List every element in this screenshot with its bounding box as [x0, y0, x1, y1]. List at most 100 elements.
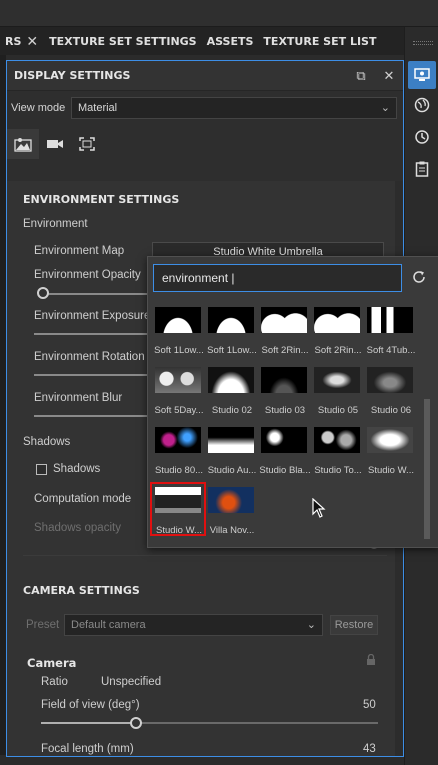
thumbnail-caption: Studio Au...	[207, 465, 257, 476]
environment-thumbnail[interactable]: Villa Nov...	[206, 487, 256, 543]
grip-handle[interactable]	[413, 41, 433, 45]
section-divider	[23, 555, 387, 556]
preset-select[interactable]: Default camera ⌄	[64, 614, 323, 636]
thumbnail-image	[314, 367, 360, 393]
history-icon[interactable]	[408, 123, 436, 151]
thumbnail-image	[208, 427, 254, 453]
environment-thumbnail[interactable]: Studio Au...	[206, 427, 256, 483]
tab-assets[interactable]: ASSETS	[202, 35, 259, 48]
tab-texture-set-list[interactable]: TEXTURE SET LIST	[258, 35, 381, 48]
restore-button[interactable]: Restore	[330, 615, 378, 635]
environment-opacity-label: Environment Opacity	[34, 269, 141, 281]
environment-thumbnail[interactable]: Soft 1Low...	[153, 307, 204, 363]
ratio-value: Unspecified	[101, 676, 162, 688]
popup-scrollbar[interactable]	[424, 399, 430, 539]
thumbnail-image	[367, 307, 413, 333]
tab-bar: RS ✕ TEXTURE SET SETTINGS ASSETS TEXTURE…	[0, 27, 404, 55]
mouse-cursor-icon	[312, 498, 326, 518]
environment-thumbnail[interactable]: Studio 05	[312, 367, 362, 423]
tab-partial[interactable]: RS	[0, 35, 26, 48]
preset-value: Default camera	[71, 619, 146, 631]
thumbnail-image	[261, 427, 307, 453]
opacity-slider-knob[interactable]	[37, 287, 49, 299]
lock-icon	[366, 653, 376, 668]
fov-slider-knob[interactable]	[130, 717, 142, 729]
environment-thumbnail[interactable]: Studio 02	[206, 367, 256, 423]
thumbnail-caption: Soft 1Low...	[207, 345, 257, 356]
globe-icon[interactable]	[408, 91, 436, 119]
environment-thumbnail[interactable]: Soft 4Tub...	[365, 307, 415, 363]
computation-mode-label: Computation mode	[34, 493, 132, 505]
environment-thumbnail[interactable]: Studio 03	[259, 367, 309, 423]
display-settings-icon[interactable]	[408, 61, 436, 89]
thumbnail-image	[155, 427, 201, 453]
thumbnail-caption: Studio 03	[264, 405, 306, 416]
dock-icon[interactable]: ⧉	[347, 68, 375, 84]
thumbnail-caption: Studio Bla...	[259, 465, 311, 476]
thumbnail-image	[155, 367, 201, 393]
exposure-slider-track[interactable]	[34, 333, 150, 335]
focal-length-label: Focal length (mm)	[41, 743, 134, 755]
fov-slider-fill	[41, 722, 135, 724]
fov-label: Field of view (deg°)	[41, 699, 140, 711]
preset-label: Preset	[26, 619, 60, 631]
view-mode-row: View mode Material ⌄	[7, 91, 403, 125]
thumbnail-image	[367, 367, 413, 393]
view-mode-select[interactable]: Material ⌄	[71, 97, 397, 119]
environment-thumbnail[interactable]: Soft 5Day...	[153, 367, 203, 423]
panel-header: DISPLAY SETTINGS ⧉ ✕	[7, 61, 403, 91]
thumbnail-caption: Studio 02	[211, 405, 253, 416]
close-icon[interactable]: ✕	[26, 33, 38, 50]
environment-thumbnail[interactable]: Soft 2Rin...	[259, 307, 309, 363]
environment-thumbnail[interactable]: Studio W...	[150, 482, 206, 543]
environment-thumbnail[interactable]: Studio To...	[312, 427, 362, 483]
focal-length-value: 43	[363, 743, 376, 755]
environment-thumbnail[interactable]: Studio Bla...	[259, 427, 311, 483]
ratio-label: Ratio	[41, 676, 68, 688]
shadows-opacity-label: Shadows opacity	[34, 522, 121, 534]
shadows-checkbox[interactable]	[36, 464, 47, 475]
viewport-tab-icon[interactable]	[71, 129, 103, 159]
tab-texture-set-settings[interactable]: TEXTURE SET SETTINGS	[44, 35, 201, 48]
environment-thumbnail[interactable]: Soft 2Rin...	[312, 307, 362, 363]
top-strip	[0, 0, 438, 27]
chevron-down-icon: ⌄	[380, 102, 390, 114]
environment-group-label: Environment	[23, 218, 88, 230]
environment-thumbnail[interactable]: Soft 1Low...	[206, 307, 257, 363]
refresh-icon[interactable]	[410, 269, 428, 287]
environment-tab-icon[interactable]	[7, 129, 39, 159]
thumbnail-image	[314, 307, 360, 333]
thumbnail-caption: Studio To...	[314, 465, 362, 476]
thumbnail-image	[261, 367, 307, 393]
rotation-slider-track[interactable]	[34, 374, 150, 376]
thumbnail-caption: Studio 06	[370, 405, 412, 416]
thumbnail-image	[261, 307, 307, 333]
selected-thumbnail-highlight	[150, 482, 206, 536]
fov-value: 50	[363, 699, 376, 711]
thumbnail-image	[208, 367, 254, 393]
thumbnail-caption: Soft 2Rin...	[314, 345, 362, 356]
environment-map-label: Environment Map	[34, 245, 125, 257]
thumbnail-image	[208, 307, 254, 333]
environment-thumbnail[interactable]: Studio 06	[365, 367, 415, 423]
thumbnail-caption: Studio 80...	[154, 465, 204, 476]
blur-slider-track[interactable]	[34, 415, 150, 417]
thumbnail-image	[367, 427, 413, 453]
thumbnail-image	[314, 427, 360, 453]
shadows-checkbox-label: Shadows	[53, 463, 101, 475]
thumbnail-caption: Soft 4Tub...	[366, 345, 416, 356]
camera-tab-icon[interactable]	[39, 129, 71, 159]
environment-blur-label: Environment Blur	[34, 392, 123, 404]
view-mode-value: Material	[78, 102, 118, 114]
environment-thumbnail[interactable]: Studio 80...	[153, 427, 203, 483]
chevron-down-icon: ⌄	[306, 619, 316, 631]
environment-map-picker: environment | Soft 1Low... Soft 1Low... So…	[147, 256, 438, 548]
close-icon[interactable]: ✕	[375, 68, 403, 84]
environment-thumbnail[interactable]: Studio W...	[365, 427, 415, 483]
thumbnail-caption: Soft 5Day...	[154, 405, 204, 416]
camera-group-label: Camera	[27, 656, 77, 670]
search-input[interactable]: environment |	[153, 264, 402, 292]
clipboard-icon[interactable]	[408, 155, 436, 183]
panel-title: DISPLAY SETTINGS	[14, 69, 131, 82]
opacity-slider-track[interactable]	[40, 293, 150, 295]
